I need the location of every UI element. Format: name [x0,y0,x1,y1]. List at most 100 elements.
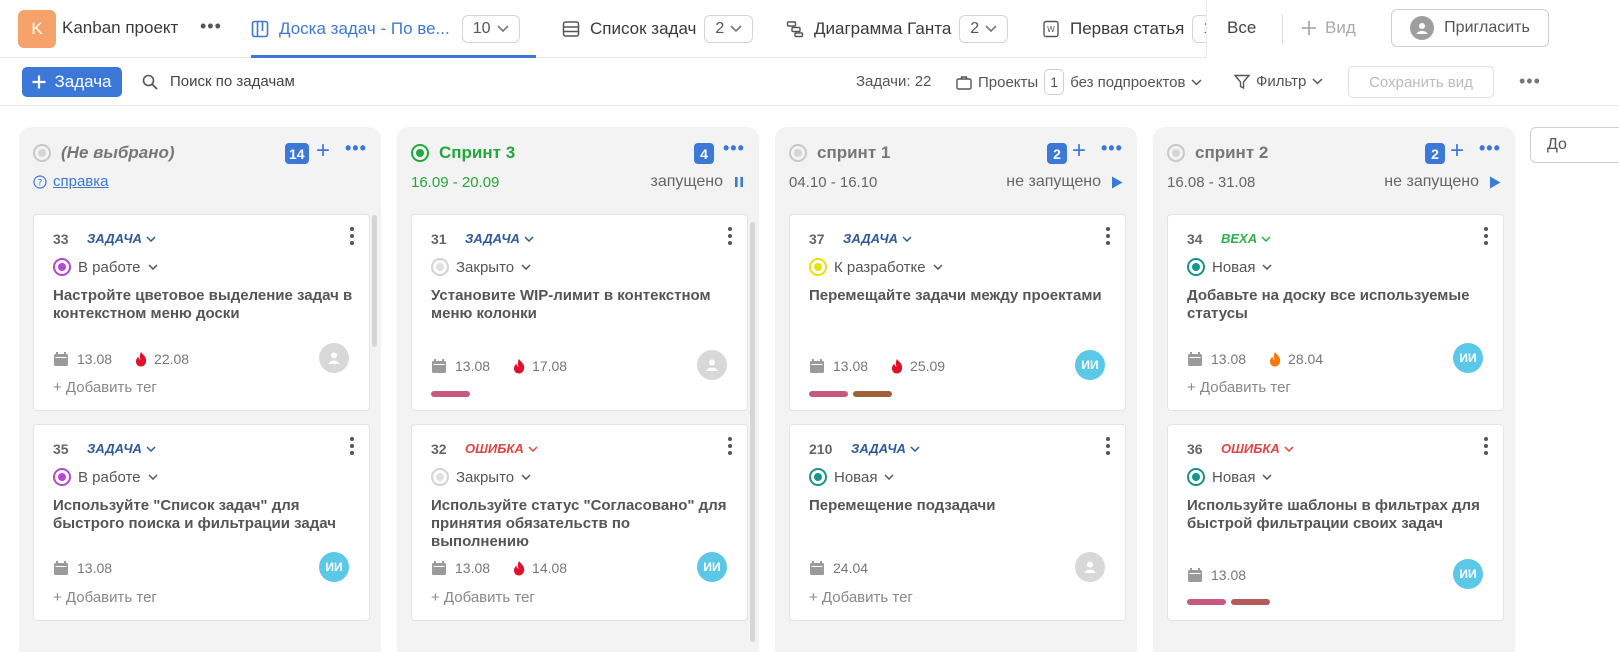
tag-pink[interactable] [809,391,848,397]
task-type-select[interactable]: ЗАДАЧА [465,231,534,246]
task-card[interactable]: 210 ЗАДАЧА Новая Перемещение подзадачи 2… [789,424,1126,621]
task-title[interactable]: Настройте цветовое выделение задач в кон… [53,287,353,323]
project-more-icon[interactable]: ••• [200,16,222,37]
assignee-avatar[interactable] [1075,552,1105,582]
task-status-select[interactable]: Новая [1187,468,1272,486]
tab-task-list-view-select[interactable]: 2 [704,15,754,43]
tab-board-view-select[interactable]: 10 [461,15,520,43]
play-icon[interactable] [1489,176,1501,189]
task-status-select[interactable]: Новая [809,468,894,486]
task-title[interactable]: Используйте шаблоны в фильтрах для быстр… [1187,497,1487,533]
sprint-state[interactable]: запущено [650,173,745,191]
add-tag-button[interactable]: + Добавить тег [53,379,157,396]
add-task-button[interactable]: Задача [22,67,122,97]
card-menu-icon[interactable] [727,437,733,455]
task-type-label: ЗАДАЧА [87,441,142,456]
tab-gantt-view-select[interactable]: 2 [959,15,1009,43]
task-type-select[interactable]: ОШИБКА [465,441,538,456]
task-status-select[interactable]: В работе [53,258,158,276]
task-title[interactable]: Перемещайте задачи между проектами [809,287,1109,305]
assignee-avatar[interactable] [319,343,349,373]
task-search[interactable]: Поиск по задачам [142,73,295,90]
task-type-select[interactable]: ВЕХА [1221,231,1271,246]
task-card[interactable]: 37 ЗАДАЧА К разработке Перемещайте задач… [789,214,1126,411]
column-menu-icon[interactable]: ••• [723,138,745,159]
search-input[interactable]: Поиск по задачам [170,73,295,90]
task-title[interactable]: Перемещение подзадачи [809,497,1109,515]
projects-selector[interactable]: Проекты 1 без подпроектов [956,69,1202,95]
assignee-avatar[interactable]: ИИ [319,552,349,582]
task-type-select[interactable]: ЗАДАЧА [87,231,156,246]
fire-icon [1270,352,1281,367]
task-title[interactable]: Добавьте на доску все используемые стату… [1187,287,1487,323]
assignee-avatar[interactable]: ИИ [1453,343,1483,373]
assignee-avatar[interactable]: ИИ [697,552,727,582]
assignee-avatar[interactable] [697,350,727,380]
task-card[interactable]: 32 ОШИБКА Закрыто Используйте статус "Со… [411,424,748,621]
project-logo[interactable]: K [18,10,56,48]
help-link[interactable]: ? справка [33,173,109,190]
filter-button[interactable]: Фильтр [1234,73,1323,90]
task-card[interactable]: 31 ЗАДАЧА Закрыто Установите WIP-лимит в… [411,214,748,411]
tag-red[interactable] [1231,599,1270,605]
pause-icon[interactable] [733,176,745,188]
task-type-select[interactable]: ЗАДАЧА [87,441,156,456]
card-menu-icon[interactable] [349,437,355,455]
column-menu-icon[interactable]: ••• [345,138,367,159]
column-menu-icon[interactable]: ••• [1101,138,1123,159]
card-menu-icon[interactable] [1483,227,1489,245]
add-view-button[interactable]: Вид [1301,18,1356,38]
card-menu-icon[interactable] [1483,437,1489,455]
add-card-button[interactable]: + [1450,139,1464,163]
task-card[interactable]: 35 ЗАДАЧА В работе Используйте "Список з… [33,424,370,621]
task-title[interactable]: Установите WIP-лимит в контекстном меню … [431,287,731,323]
tab-task-list[interactable]: Список задач 2 [562,0,754,58]
card-menu-icon[interactable] [1105,227,1111,245]
chevron-down-icon [1312,78,1323,85]
sprint-state[interactable]: не запущено [1006,173,1123,191]
task-card[interactable]: 33 ЗАДАЧА В работе Настройте цветовое вы… [33,214,370,411]
task-card[interactable]: 36 ОШИБКА Новая Используйте шаблоны в фи… [1167,424,1504,621]
card-menu-icon[interactable] [1105,437,1111,455]
invite-button[interactable]: Пригласить [1391,9,1549,47]
save-view-button[interactable]: Сохранить вид [1348,66,1494,98]
project-name[interactable]: Kanban проект [62,18,178,38]
column-title: спринт 2 [1195,143,1269,162]
task-status-select[interactable]: В работе [53,468,158,486]
task-type-select[interactable]: ОШИБКА [1221,441,1294,456]
tab-board[interactable]: Доска задач - По ве... 10 [251,0,536,58]
add-column-button[interactable]: До [1530,127,1619,163]
tag-pink[interactable] [431,391,470,397]
add-card-button[interactable]: + [316,139,330,163]
column-scrollbar[interactable] [372,215,377,347]
task-status-select[interactable]: Новая [1187,258,1272,276]
tab-first-article[interactable]: W Первая статья 1 [1042,0,1224,58]
add-card-button[interactable]: + [1072,139,1086,163]
tab-gantt[interactable]: Диаграмма Ганта 2 [786,0,1009,58]
add-tag-button[interactable]: + Добавить тег [53,589,157,606]
assignee-avatar[interactable]: ИИ [1453,559,1483,589]
column-scrollbar[interactable] [750,222,755,642]
more-options-icon[interactable]: ••• [1519,71,1541,92]
task-title[interactable]: Используйте "Список задач" для быстрого … [53,497,353,533]
add-tag-button[interactable]: + Добавить тег [431,589,535,606]
task-type-label: ВЕХА [1221,231,1258,246]
task-status-select[interactable]: Закрыто [431,468,531,486]
add-tag-button[interactable]: + Добавить тег [809,589,913,606]
task-status-select[interactable]: К разработке [809,258,943,276]
all-views-button[interactable]: Все [1227,18,1256,38]
card-menu-icon[interactable] [349,227,355,245]
sprint-state[interactable]: не запущено [1384,173,1501,191]
task-title[interactable]: Используйте статус "Согласовано" для при… [431,497,731,551]
task-status-select[interactable]: Закрыто [431,258,531,276]
card-menu-icon[interactable] [727,227,733,245]
task-type-select[interactable]: ЗАДАЧА [851,441,920,456]
column-menu-icon[interactable]: ••• [1479,138,1501,159]
play-icon[interactable] [1111,176,1123,189]
task-type-select[interactable]: ЗАДАЧА [843,231,912,246]
task-card[interactable]: 34 ВЕХА Новая Добавьте на доску все испо… [1167,214,1504,411]
tag-brown[interactable] [853,391,892,397]
tag-pink[interactable] [1187,599,1226,605]
assignee-avatar[interactable]: ИИ [1075,350,1105,380]
add-tag-button[interactable]: + Добавить тег [1187,379,1291,396]
